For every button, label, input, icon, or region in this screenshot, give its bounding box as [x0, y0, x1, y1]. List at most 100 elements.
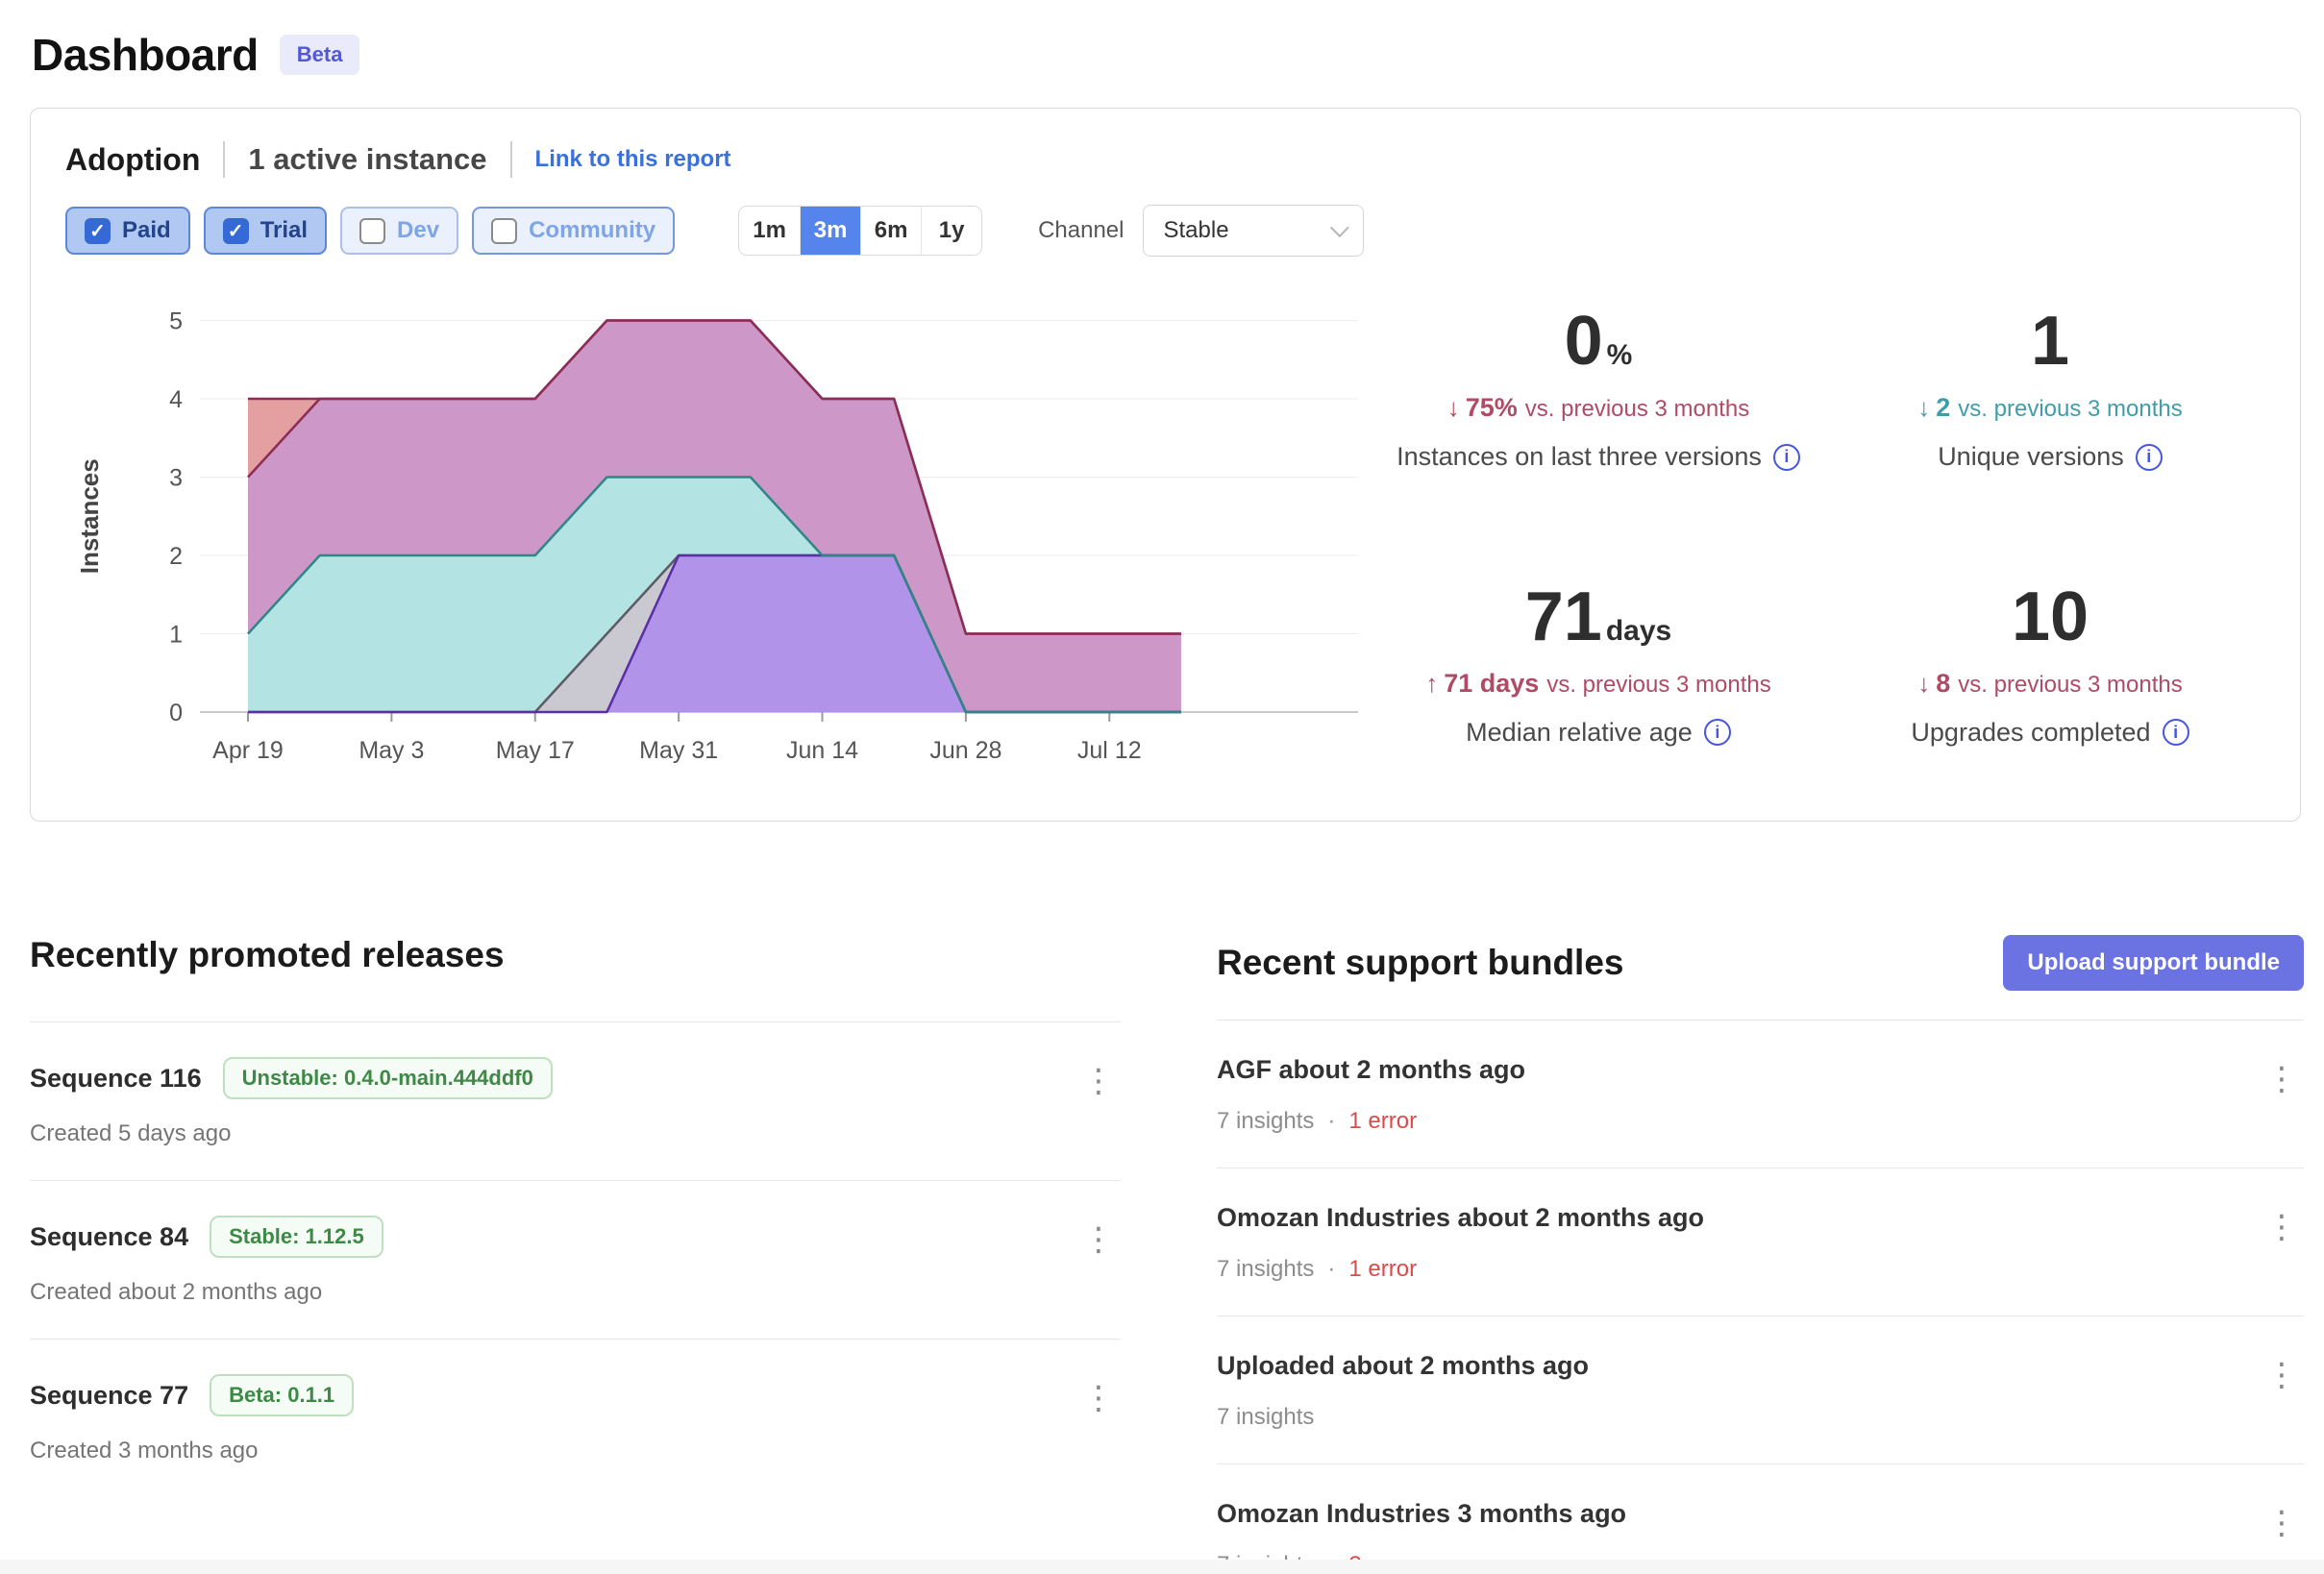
bundle-insights-count: 7 insights [1217, 1256, 1314, 1283]
svg-text:Jun 14: Jun 14 [786, 737, 858, 764]
channel-select[interactable]: Stable [1143, 205, 1364, 257]
kebab-menu-button[interactable]: ⋮ [2265, 1063, 2298, 1095]
svg-text:2: 2 [169, 543, 183, 570]
release-row-sequence-116[interactable]: Sequence 116 Unstable: 0.4.0-main.444ddf… [30, 1022, 1121, 1181]
svg-text:4: 4 [169, 386, 183, 413]
stat-delta: ↓75%vs. previous 3 months [1363, 393, 1834, 423]
delta-down-icon: ↓ [1917, 669, 1930, 698]
beta-badge: Beta [280, 35, 360, 75]
checkbox-unchecked-icon[interactable] [491, 218, 517, 244]
bundle-insights-count: 7 insights [1217, 1404, 1314, 1431]
stat-value: 1 [2031, 303, 2069, 380]
release-title: Sequence 84 [30, 1222, 188, 1252]
checkbox-unchecked-icon[interactable] [359, 218, 385, 244]
link-to-report[interactable]: Link to this report [535, 146, 731, 173]
delta-down-icon: ↓ [1917, 393, 1930, 422]
adoption-area-chart: 012345Apr 19May 3May 17May 31Jun 14Jun 2… [65, 272, 1363, 796]
support-bundles-heading: Recent support bundles [1217, 943, 1623, 983]
stat-value: 71 [1525, 578, 1602, 655]
svg-text:Instances: Instances [75, 458, 104, 574]
stat-unit: days [1606, 615, 1671, 647]
channel-label: Channel [1038, 217, 1124, 244]
svg-text:May 17: May 17 [496, 737, 575, 764]
svg-text:Jul 12: Jul 12 [1077, 737, 1142, 764]
filter-chip-community[interactable]: Community [472, 207, 675, 255]
info-icon[interactable]: i [2163, 719, 2189, 746]
stat-delta: ↑71 daysvs. previous 3 months [1363, 669, 1834, 699]
time-range-segmented-control: 1m 3m 6m 1y [738, 206, 982, 256]
release-version-badge: Beta: 0.1.1 [210, 1374, 354, 1416]
upload-support-bundle-button[interactable]: Upload support bundle [2003, 935, 2304, 991]
release-created-label: Created about 2 months ago [30, 1279, 1121, 1306]
release-created-label: Created 3 months ago [30, 1438, 1121, 1464]
bundle-row-omozan-1[interactable]: Omozan Industries about 2 months ago 7 i… [1217, 1168, 2304, 1316]
bundle-insights-count: 7 insights [1217, 1108, 1314, 1135]
releases-heading: Recently promoted releases [30, 935, 505, 975]
dashboard-page: Dashboard Beta Adoption 1 active instanc… [0, 0, 2324, 1574]
release-row-sequence-77[interactable]: Sequence 77 Beta: 0.1.1 Created 3 months… [30, 1340, 1121, 1497]
info-icon[interactable]: i [1704, 719, 1731, 746]
release-row-sequence-84[interactable]: Sequence 84 Stable: 1.12.5 Created about… [30, 1181, 1121, 1340]
stat-label: Upgrades completed [1911, 718, 2150, 748]
svg-text:3: 3 [169, 465, 183, 492]
svg-text:May 31: May 31 [639, 737, 718, 764]
divider [510, 141, 512, 178]
stat-upgrades-completed: 10 ↓8vs. previous 3 months Upgrades comp… [1834, 582, 2266, 797]
stat-label: Instances on last three versions [1397, 442, 1762, 472]
stat-unit: % [1607, 339, 1633, 371]
info-icon[interactable]: i [2136, 444, 2163, 471]
bundle-error-count: 1 error [1348, 1256, 1417, 1283]
filter-chip-label: Paid [122, 217, 171, 244]
checkbox-checked-icon[interactable]: ✓ [85, 218, 111, 244]
bundle-title: Omozan Industries about 2 months ago [1217, 1203, 2304, 1233]
filter-chip-label: Community [529, 217, 655, 244]
kebab-menu-button[interactable]: ⋮ [2265, 1507, 2298, 1539]
bundle-row-omozan-2[interactable]: Omozan Industries 3 months ago 7 insight… [1217, 1464, 2304, 1574]
stat-instances-last-three-versions: 0% ↓75%vs. previous 3 months Instances o… [1363, 307, 1834, 521]
adoption-card: Adoption 1 active instance Link to this … [30, 108, 2301, 822]
time-range-3m[interactable]: 3m [800, 207, 860, 255]
stat-median-relative-age: 71days ↑71 daysvs. previous 3 months Med… [1363, 582, 1834, 797]
active-instances-count: 1 active instance [248, 142, 486, 177]
recent-support-bundles-section: Recent support bundles Upload support bu… [1217, 935, 2304, 1574]
stat-delta: ↓2vs. previous 3 months [1834, 393, 2266, 423]
channel-selected-value: Stable [1163, 217, 1228, 244]
delta-down-icon: ↓ [1447, 393, 1460, 422]
kebab-menu-button[interactable]: ⋮ [2265, 1211, 2298, 1243]
chevron-down-icon [1330, 218, 1349, 237]
dot-separator: · [1327, 1256, 1335, 1283]
filter-chip-trial[interactable]: ✓ Trial [204, 207, 327, 255]
svg-text:0: 0 [169, 700, 183, 726]
channel-filter-group: Channel Stable [1038, 205, 1364, 257]
checkbox-checked-icon[interactable]: ✓ [223, 218, 249, 244]
kebab-menu-button[interactable]: ⋮ [1082, 1223, 1115, 1256]
bundle-row-uploaded[interactable]: Uploaded about 2 months ago 7 insights ⋮ [1217, 1316, 2304, 1464]
adoption-card-title-row: Adoption 1 active instance Link to this … [65, 141, 2265, 178]
filter-chip-paid[interactable]: ✓ Paid [65, 207, 190, 255]
adoption-stats-grid: 0% ↓75%vs. previous 3 months Instances o… [1363, 307, 2266, 796]
chart-and-stats: 012345Apr 19May 3May 17May 31Jun 14Jun 2… [65, 272, 2265, 796]
time-range-1y[interactable]: 1y [921, 207, 981, 255]
page-title: Dashboard [32, 29, 259, 81]
filter-chip-dev[interactable]: Dev [340, 207, 458, 255]
release-created-label: Created 5 days ago [30, 1120, 1121, 1147]
filter-chip-label: Dev [397, 217, 439, 244]
time-range-1m[interactable]: 1m [739, 207, 800, 255]
bundle-row-agf[interactable]: AGF about 2 months ago 7 insights · 1 er… [1217, 1021, 2304, 1168]
kebab-menu-button[interactable]: ⋮ [2265, 1359, 2298, 1391]
release-version-badge: Stable: 1.12.5 [210, 1216, 383, 1258]
svg-text:1: 1 [169, 622, 183, 649]
filter-chip-label: Trial [260, 217, 308, 244]
bundle-title: Uploaded about 2 months ago [1217, 1351, 2304, 1381]
stat-value: 10 [2012, 578, 2089, 655]
kebab-menu-button[interactable]: ⋮ [1082, 1065, 1115, 1097]
adoption-filter-row: ✓ Paid ✓ Trial Dev Community 1m 3m 6m 1y [65, 205, 2265, 257]
info-icon[interactable]: i [1773, 444, 1800, 471]
kebab-menu-button[interactable]: ⋮ [1082, 1382, 1115, 1414]
svg-text:5: 5 [169, 308, 183, 335]
stat-delta: ↓8vs. previous 3 months [1834, 669, 2266, 699]
svg-text:Jun 28: Jun 28 [929, 737, 1001, 764]
release-version-badge: Unstable: 0.4.0-main.444ddf0 [223, 1057, 553, 1099]
dot-separator: · [1327, 1108, 1335, 1135]
time-range-6m[interactable]: 6m [860, 207, 921, 255]
